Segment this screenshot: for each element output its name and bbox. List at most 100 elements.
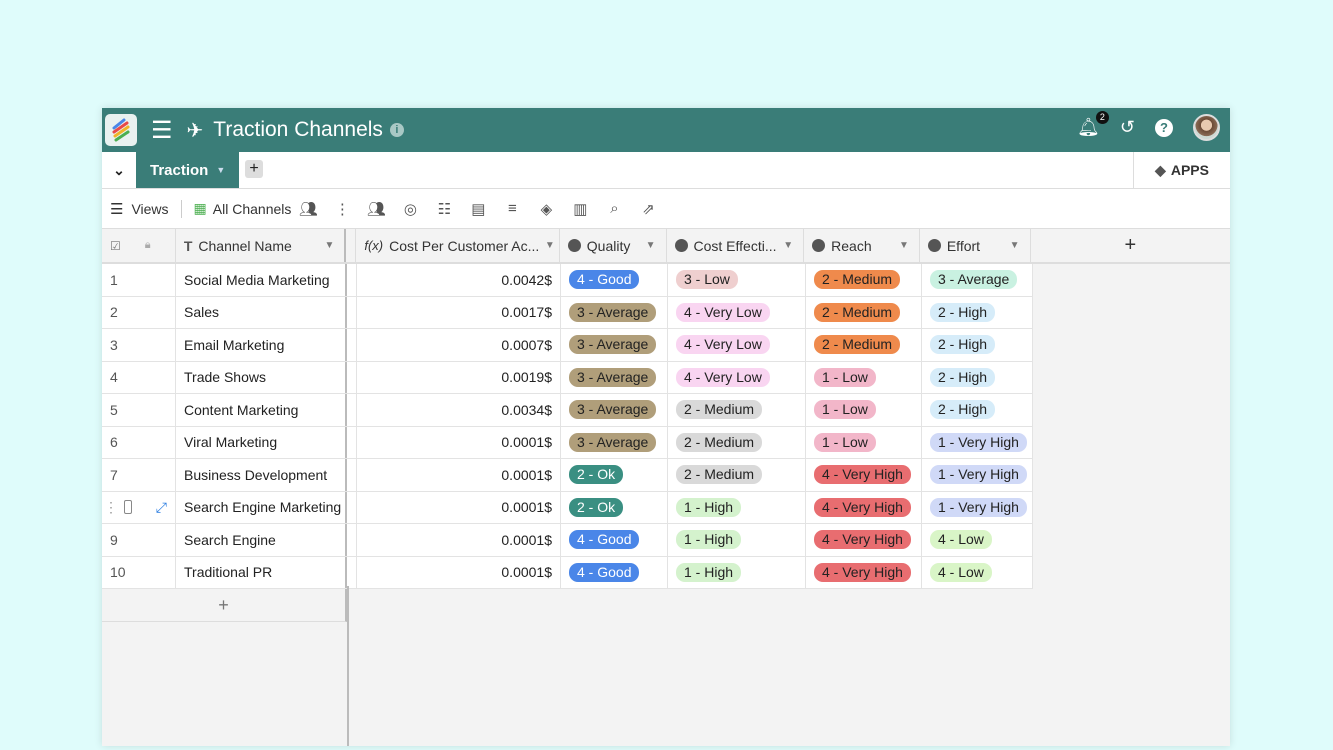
reach-cell[interactable]: 1 - Low bbox=[806, 394, 922, 426]
tab-traction[interactable]: Traction ▼ bbox=[136, 152, 239, 188]
quality-cell[interactable]: 3 - Average bbox=[561, 394, 668, 426]
cost-eff-cell[interactable]: 2 - Medium bbox=[668, 426, 806, 458]
share-icon[interactable]: ⇗ bbox=[631, 200, 665, 218]
column-cost[interactable]: f(x) Cost Per Customer Ac... ▼ bbox=[356, 229, 560, 262]
cost-cell[interactable]: 0.0034$ bbox=[357, 394, 561, 426]
channel-name-cell[interactable]: Email Marketing bbox=[176, 329, 347, 361]
column-reach[interactable]: Reach ▼ bbox=[804, 229, 920, 262]
avatar[interactable] bbox=[1193, 114, 1220, 141]
quality-cell[interactable]: 2 - Ok bbox=[561, 459, 668, 491]
select-all-checkbox[interactable]: ☑ bbox=[110, 239, 121, 253]
frozen-divider[interactable] bbox=[347, 586, 349, 746]
reach-cell[interactable]: 2 - Medium bbox=[806, 264, 922, 296]
table-row[interactable]: 6 Viral Marketing 0.0001$ 3 - Average 2 - Me… bbox=[102, 426, 1033, 459]
drag-handle-icon[interactable]: ⋮ bbox=[104, 499, 118, 516]
cost-cell[interactable]: 0.0007$ bbox=[357, 329, 561, 361]
add-tab-button[interactable]: + bbox=[245, 160, 263, 178]
history-icon[interactable]: ↺ bbox=[1120, 117, 1135, 138]
caret-down-icon[interactable]: ▼ bbox=[646, 240, 656, 251]
reach-cell[interactable]: 4 - Very High bbox=[806, 556, 922, 588]
cost-cell[interactable]: 0.0001$ bbox=[357, 459, 561, 491]
caret-down-icon[interactable]: ▼ bbox=[545, 240, 555, 251]
cost-eff-cell[interactable]: 2 - Medium bbox=[668, 394, 806, 426]
add-row-button[interactable]: + bbox=[102, 589, 347, 622]
reach-cell[interactable]: 4 - Very High bbox=[806, 491, 922, 523]
views-button[interactable]: Views bbox=[131, 201, 168, 217]
cost-cell[interactable]: 0.0001$ bbox=[357, 556, 561, 588]
quality-cell[interactable]: 3 - Average bbox=[561, 329, 668, 361]
chevron-down-icon[interactable]: ⌄ bbox=[102, 152, 136, 188]
table-row[interactable]: 10 Traditional PR 0.0001$ 4 - Good 1 - High 4… bbox=[102, 556, 1033, 589]
cost-eff-cell[interactable]: 4 - Very Low bbox=[668, 329, 806, 361]
cost-eff-cell[interactable]: 1 - High bbox=[668, 524, 806, 556]
cost-cell[interactable]: 0.0017$ bbox=[357, 296, 561, 328]
quality-cell[interactable]: 3 - Average bbox=[561, 361, 668, 393]
quality-cell[interactable]: 4 - Good bbox=[561, 524, 668, 556]
bell-icon[interactable]: 🔔︎ 2 bbox=[1077, 111, 1109, 138]
quality-cell[interactable]: 4 - Good bbox=[561, 556, 668, 588]
more-options-icon[interactable]: ⋮ bbox=[325, 200, 359, 218]
channel-name-cell[interactable]: Social Media Marketing bbox=[176, 264, 347, 296]
view-name[interactable]: All Channels bbox=[213, 201, 292, 217]
cost-eff-cell[interactable]: 2 - Medium bbox=[668, 459, 806, 491]
effort-cell[interactable]: 2 - High bbox=[922, 394, 1033, 426]
column-cost-effectiveness[interactable]: Cost Effecti... ▼ bbox=[667, 229, 805, 262]
cost-cell[interactable]: 0.0019$ bbox=[357, 361, 561, 393]
effort-cell[interactable]: 3 - Average bbox=[922, 264, 1033, 296]
apps-button[interactable]: ◆ APPS bbox=[1133, 152, 1230, 188]
summary-icon[interactable]: ▤ bbox=[461, 200, 495, 218]
views-icon[interactable]: ☰ bbox=[110, 200, 123, 218]
effort-cell[interactable]: 4 - Low bbox=[922, 556, 1033, 588]
cost-eff-cell[interactable]: 3 - Low bbox=[668, 264, 806, 296]
table-row[interactable]: 1 Social Media Marketing 0.0042$ 4 - Good 3 … bbox=[102, 264, 1033, 297]
effort-cell[interactable]: 2 - High bbox=[922, 296, 1033, 328]
channel-name-cell[interactable]: Viral Marketing bbox=[176, 426, 347, 458]
column-channel-name[interactable]: T Channel Name ▼ bbox=[176, 229, 347, 262]
table-row[interactable]: 9 Search Engine 0.0001$ 4 - Good 1 - High 4 -… bbox=[102, 524, 1033, 557]
channel-name-cell[interactable]: Search Engine bbox=[176, 524, 347, 556]
add-column-button[interactable]: + bbox=[1031, 229, 1230, 262]
channel-name-cell[interactable]: Business Development bbox=[176, 459, 347, 491]
channel-name-cell[interactable]: Trade Shows bbox=[176, 361, 347, 393]
info-icon[interactable]: i bbox=[389, 123, 404, 137]
expand-row-icon[interactable]: ⤢ bbox=[156, 499, 167, 516]
cost-cell[interactable]: 0.0001$ bbox=[357, 491, 561, 523]
row-height-icon[interactable]: ▥ bbox=[563, 200, 597, 218]
cost-cell[interactable]: 0.0001$ bbox=[357, 524, 561, 556]
table-row[interactable]: 5 Content Marketing 0.0034$ 3 - Average 2 - … bbox=[102, 394, 1033, 427]
cost-eff-cell[interactable]: 1 - High bbox=[668, 491, 806, 523]
reach-cell[interactable]: 4 - Very High bbox=[806, 459, 922, 491]
effort-cell[interactable]: 2 - High bbox=[922, 329, 1033, 361]
reach-cell[interactable]: 2 - Medium bbox=[806, 329, 922, 361]
row-checkbox[interactable] bbox=[124, 500, 132, 515]
adjust-icon[interactable]: ☷ bbox=[427, 200, 461, 218]
channel-name-cell[interactable]: Content Marketing bbox=[176, 394, 347, 426]
color-fill-icon[interactable]: ◈ bbox=[529, 200, 563, 218]
cost-cell[interactable]: 0.0001$ bbox=[357, 426, 561, 458]
caret-down-icon[interactable]: ▼ bbox=[783, 240, 793, 251]
shared-view-icon[interactable]: 👥︎ bbox=[291, 200, 325, 218]
quality-cell[interactable]: 3 - Average bbox=[561, 426, 668, 458]
caret-down-icon[interactable]: ▼ bbox=[899, 240, 909, 251]
cost-eff-cell[interactable]: 1 - High bbox=[668, 556, 806, 588]
quality-cell[interactable]: 3 - Average bbox=[561, 296, 668, 328]
menu-icon[interactable]: ☰ bbox=[151, 116, 173, 145]
table-row[interactable]: 7 Business Development 0.0001$ 2 - Ok 2 - Me… bbox=[102, 459, 1033, 492]
channel-name-cell[interactable]: Search Engine Marketing bbox=[176, 491, 347, 523]
app-logo[interactable] bbox=[105, 114, 137, 146]
quality-cell[interactable]: 2 - Ok bbox=[561, 491, 668, 523]
cost-eff-cell[interactable]: 4 - Very Low bbox=[668, 361, 806, 393]
table-row[interactable]: 4 Trade Shows 0.0019$ 3 - Average 4 - Very L… bbox=[102, 361, 1033, 394]
cost-eff-cell[interactable]: 4 - Very Low bbox=[668, 296, 806, 328]
help-icon[interactable]: ? bbox=[1155, 118, 1173, 137]
reach-cell[interactable]: 4 - Very High bbox=[806, 524, 922, 556]
reach-cell[interactable]: 1 - Low bbox=[806, 361, 922, 393]
collaborators-icon[interactable]: 👥︎ bbox=[359, 200, 393, 218]
channel-name-cell[interactable]: Sales bbox=[176, 296, 347, 328]
column-effort[interactable]: Effort ▼ bbox=[920, 229, 1031, 262]
caret-down-icon[interactable]: ▼ bbox=[216, 165, 225, 175]
filter-icon[interactable]: ≡ bbox=[495, 200, 529, 217]
search-icon[interactable]: ⌕ bbox=[597, 200, 631, 217]
column-quality[interactable]: Quality ▼ bbox=[560, 229, 667, 262]
reach-cell[interactable]: 1 - Low bbox=[806, 426, 922, 458]
